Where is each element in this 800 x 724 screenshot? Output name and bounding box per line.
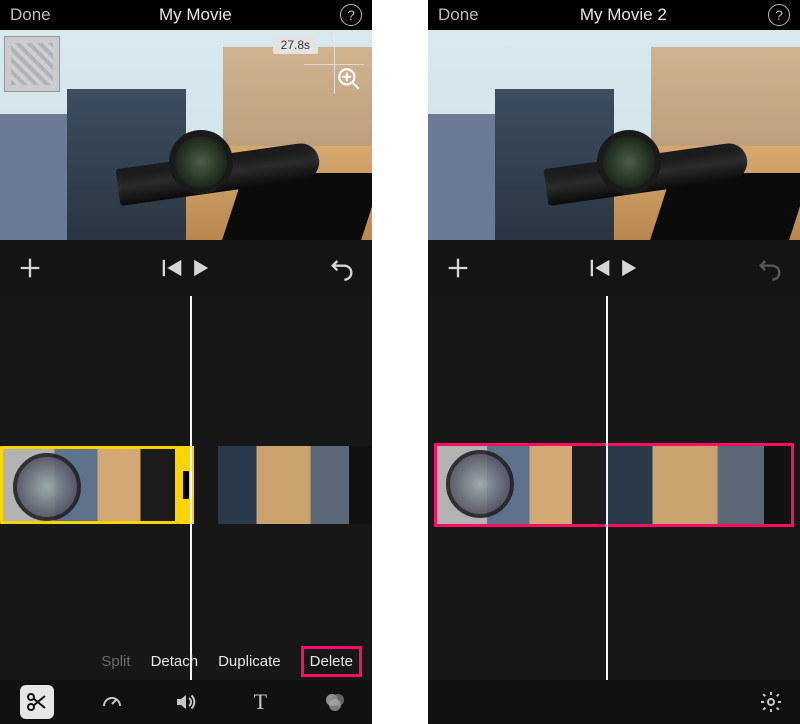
preview-wall [0, 114, 67, 240]
clip-first[interactable] [436, 446, 606, 524]
clip-second[interactable] [606, 446, 792, 524]
clip-action-row: Split Detach Duplicate Delete [0, 644, 372, 678]
split-button[interactable]: Split [101, 653, 130, 670]
project-title: My Movie 2 [479, 5, 768, 25]
imovie-screen-right: Done My Movie 2 ? [428, 0, 800, 724]
edit-toolbar [428, 680, 800, 724]
timeline[interactable]: Split Detach Duplicate Delete T [0, 296, 372, 724]
video-preview[interactable] [428, 30, 800, 240]
duplicate-button[interactable]: Duplicate [218, 653, 281, 670]
help-button[interactable]: ? [340, 4, 362, 26]
timeline-track [0, 446, 372, 524]
gear-icon[interactable] [754, 685, 788, 719]
delete-button[interactable]: Delete [301, 646, 362, 677]
transport-controls [0, 240, 372, 296]
play-button[interactable] [186, 254, 214, 282]
topbar: Done My Movie 2 ? [428, 0, 800, 30]
playhead[interactable] [606, 296, 608, 724]
filters-icon[interactable] [318, 685, 352, 719]
undo-button[interactable] [328, 254, 356, 282]
skip-start-button[interactable] [586, 254, 614, 282]
preview-wall [428, 114, 495, 240]
help-button[interactable]: ? [768, 4, 790, 26]
undo-button [756, 254, 784, 282]
done-button[interactable]: Done [10, 5, 51, 25]
timeline[interactable] [428, 296, 800, 724]
transport-controls [428, 240, 800, 296]
imovie-screen-left: Done My Movie ? 27.8s [0, 0, 372, 724]
timeline-track [428, 446, 800, 524]
add-media-button[interactable] [16, 254, 44, 282]
skip-start-button[interactable] [158, 254, 186, 282]
topbar: Done My Movie ? [0, 0, 372, 30]
clip-second[interactable] [218, 446, 372, 524]
clip-time-badge: 27.8s [273, 36, 318, 54]
add-media-button[interactable] [444, 254, 472, 282]
done-button[interactable]: Done [438, 5, 479, 25]
detach-button[interactable]: Detach [151, 653, 199, 670]
project-title: My Movie [51, 5, 340, 25]
preview-weapon [82, 118, 372, 240]
speedometer-icon[interactable] [95, 685, 129, 719]
video-preview[interactable]: 27.8s [0, 30, 372, 240]
play-button[interactable] [614, 254, 642, 282]
scissors-icon[interactable] [20, 685, 54, 719]
text-tool-icon[interactable]: T [243, 685, 277, 719]
zoom-icon[interactable] [336, 66, 362, 92]
minimap-icon [4, 36, 60, 92]
edit-toolbar: T [0, 680, 372, 724]
volume-icon[interactable] [169, 685, 203, 719]
clip-selected[interactable] [0, 446, 178, 524]
preview-weapon [510, 118, 800, 240]
